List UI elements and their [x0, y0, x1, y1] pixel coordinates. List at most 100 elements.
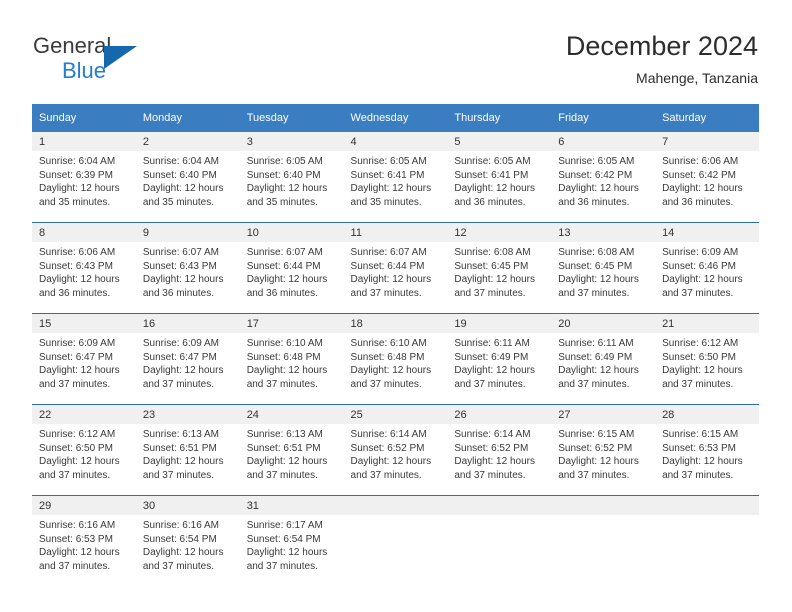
brand-name-general: General: [33, 33, 112, 58]
daylight-text: Daylight: 12 hours and 37 minutes.: [454, 456, 535, 481]
triangle-logo-icon: [104, 46, 137, 69]
day-cell[interactable]: 31 Sunrise: 6:17 AM Sunset: 6:54 PM Dayligh…: [239, 495, 344, 586]
day-details: Sunrise: 6:07 AM Sunset: 6:44 PM Daylight:…: [344, 242, 448, 300]
daylight-text: Daylight: 12 hours and 37 minutes.: [142, 456, 224, 481]
sunset-text: Sunset: 6:42 PM: [662, 169, 736, 181]
day-details: Sunrise: 6:14 AM Sunset: 6:52 PM Daylight:…: [344, 424, 448, 482]
day-cell[interactable]: 21 Sunrise: 6:12 AM Sunset: 6:50 PM Dayligh…: [655, 313, 759, 405]
sunrise-text: Sunrise: 6:10 AM: [350, 338, 427, 349]
sunrise-text: Sunrise: 6:12 AM: [662, 338, 739, 349]
day-cell[interactable]: 30 Sunrise: 6:16 AM Sunset: 6:54 PM Dayligh…: [135, 495, 240, 586]
day-number: 14: [655, 223, 759, 242]
day-details: Sunrise: 6:15 AM Sunset: 6:52 PM Daylight:…: [551, 424, 655, 482]
day-cell[interactable]: 5 Sunrise: 6:05 AM Sunset: 6:41 PM Daylight…: [447, 132, 552, 223]
sunset-text: Sunset: 6:53 PM: [662, 442, 736, 454]
sunrise-text: Sunrise: 6:11 AM: [558, 338, 634, 349]
day-cell[interactable]: 4 Sunrise: 6:05 AM Sunset: 6:41 PM Daylight…: [343, 132, 448, 223]
day-cell[interactable]: 7 Sunrise: 6:06 AM Sunset: 6:42 PM Daylight…: [655, 132, 759, 223]
sunrise-text: Sunrise: 6:16 AM: [39, 520, 116, 531]
sunset-text: Sunset: 6:43 PM: [39, 260, 113, 272]
sunset-text: Sunset: 6:42 PM: [558, 169, 633, 181]
day-details: Sunrise: 6:05 AM Sunset: 6:42 PM Daylight:…: [551, 151, 655, 209]
day-details: Sunrise: 6:04 AM Sunset: 6:40 PM Daylight:…: [136, 151, 240, 209]
day-cell[interactable]: 1 Sunrise: 6:04 AM Sunset: 6:39 PM Daylight…: [32, 132, 136, 223]
day-cell[interactable]: 10 Sunrise: 6:07 AM Sunset: 6:44 PM Dayligh…: [239, 222, 344, 314]
brand-logo[interactable]: General Blue: [33, 34, 233, 90]
day-details: Sunrise: 6:10 AM Sunset: 6:48 PM Daylight:…: [240, 333, 344, 391]
day-details: Sunrise: 6:16 AM Sunset: 6:53 PM Daylight:…: [32, 515, 136, 573]
day-number: 10: [239, 223, 344, 242]
day-cell[interactable]: 13 Sunrise: 6:08 AM Sunset: 6:45 PM Dayligh…: [551, 222, 656, 314]
sunset-text: Sunset: 6:48 PM: [350, 351, 425, 363]
day-details: Sunrise: 6:05 AM Sunset: 6:41 PM Daylight:…: [447, 151, 551, 209]
day-number: [655, 496, 759, 515]
day-number: 9: [135, 223, 240, 242]
day-number: 11: [343, 223, 448, 242]
day-number: 24: [239, 405, 344, 424]
day-number: 31: [239, 496, 344, 515]
daylight-text: Daylight: 12 hours and 36 minutes.: [662, 183, 743, 208]
day-cell[interactable]: 27 Sunrise: 6:15 AM Sunset: 6:52 PM Dayligh…: [551, 404, 656, 496]
day-cell-empty: [343, 495, 448, 586]
day-cell[interactable]: 8 Sunrise: 6:06 AM Sunset: 6:43 PM Daylight…: [32, 222, 136, 314]
day-cell[interactable]: 6 Sunrise: 6:05 AM Sunset: 6:42 PM Daylight…: [551, 132, 656, 223]
daylight-text: Daylight: 12 hours and 36 minutes.: [39, 274, 120, 299]
daylight-text: Daylight: 12 hours and 36 minutes.: [558, 183, 639, 208]
day-cell[interactable]: 23 Sunrise: 6:13 AM Sunset: 6:51 PM Dayligh…: [135, 404, 240, 496]
sunrise-text: Sunrise: 6:16 AM: [142, 520, 219, 531]
sunset-text: Sunset: 6:50 PM: [662, 351, 736, 363]
sunrise-text: Sunrise: 6:17 AM: [246, 520, 323, 531]
day-cell[interactable]: 17 Sunrise: 6:10 AM Sunset: 6:48 PM Dayligh…: [239, 313, 344, 405]
day-cell[interactable]: 3 Sunrise: 6:05 AM Sunset: 6:40 PM Daylight…: [239, 132, 344, 223]
sunset-text: Sunset: 6:41 PM: [350, 169, 425, 181]
week-row: 15 Sunrise: 6:09 AM Sunset: 6:47 PM Dayligh…: [32, 313, 759, 405]
sunset-text: Sunset: 6:49 PM: [558, 351, 633, 363]
sunrise-text: Sunrise: 6:14 AM: [350, 429, 427, 440]
sunrise-text: Sunrise: 6:13 AM: [142, 429, 219, 440]
sunset-text: Sunset: 6:52 PM: [558, 442, 633, 454]
daylight-text: Daylight: 12 hours and 37 minutes.: [246, 456, 328, 481]
sunrise-text: Sunrise: 6:08 AM: [558, 247, 635, 258]
day-number: 20: [551, 314, 656, 333]
daylight-text: Daylight: 12 hours and 37 minutes.: [142, 547, 224, 572]
day-cell[interactable]: 11 Sunrise: 6:07 AM Sunset: 6:44 PM Dayligh…: [343, 222, 448, 314]
sunrise-text: Sunrise: 6:10 AM: [246, 338, 323, 349]
daylight-text: Daylight: 12 hours and 37 minutes.: [558, 274, 639, 299]
day-details: Sunrise: 6:14 AM Sunset: 6:52 PM Daylight:…: [447, 424, 551, 482]
calendar-body: 1 Sunrise: 6:04 AM Sunset: 6:39 PM Daylight…: [32, 132, 759, 586]
day-cell[interactable]: 25 Sunrise: 6:14 AM Sunset: 6:52 PM Dayligh…: [343, 404, 448, 496]
page-header: General Blue December 2024 Mahenge, Tanz…: [0, 0, 792, 100]
day-number: 28: [655, 405, 759, 424]
day-details: Sunrise: 6:07 AM Sunset: 6:44 PM Daylight:…: [240, 242, 344, 300]
week-row: 8 Sunrise: 6:06 AM Sunset: 6:43 PM Daylight…: [32, 222, 759, 314]
weekday-header-thursday: Thursday: [447, 104, 552, 132]
day-number: 4: [343, 132, 448, 151]
day-cell[interactable]: 9 Sunrise: 6:07 AM Sunset: 6:43 PM Daylight…: [135, 222, 240, 314]
day-cell[interactable]: 26 Sunrise: 6:14 AM Sunset: 6:52 PM Dayligh…: [447, 404, 552, 496]
day-cell[interactable]: 22 Sunrise: 6:12 AM Sunset: 6:50 PM Dayligh…: [32, 404, 136, 496]
day-cell[interactable]: 28 Sunrise: 6:15 AM Sunset: 6:53 PM Dayligh…: [655, 404, 759, 496]
title-block: December 2024 Mahenge, Tanzania: [566, 30, 758, 88]
day-cell[interactable]: 24 Sunrise: 6:13 AM Sunset: 6:51 PM Dayligh…: [239, 404, 344, 496]
day-cell[interactable]: 18 Sunrise: 6:10 AM Sunset: 6:48 PM Dayligh…: [343, 313, 448, 405]
day-details: Sunrise: 6:16 AM Sunset: 6:54 PM Daylight:…: [136, 515, 240, 573]
day-number: [447, 496, 552, 515]
day-cell[interactable]: 15 Sunrise: 6:09 AM Sunset: 6:47 PM Dayligh…: [32, 313, 136, 405]
sunrise-text: Sunrise: 6:07 AM: [246, 247, 323, 258]
day-details: Sunrise: 6:15 AM Sunset: 6:53 PM Daylight:…: [655, 424, 759, 482]
day-cell[interactable]: 20 Sunrise: 6:11 AM Sunset: 6:49 PM Dayligh…: [551, 313, 656, 405]
sunrise-text: Sunrise: 6:06 AM: [39, 247, 116, 258]
day-cell[interactable]: 19 Sunrise: 6:11 AM Sunset: 6:49 PM Dayligh…: [447, 313, 552, 405]
day-cell[interactable]: 16 Sunrise: 6:09 AM Sunset: 6:47 PM Dayligh…: [135, 313, 240, 405]
day-number: [343, 496, 448, 515]
day-cell[interactable]: 2 Sunrise: 6:04 AM Sunset: 6:40 PM Daylight…: [135, 132, 240, 223]
day-details: Sunrise: 6:05 AM Sunset: 6:40 PM Daylight:…: [240, 151, 344, 209]
daylight-text: Daylight: 12 hours and 37 minutes.: [662, 456, 743, 481]
day-cell[interactable]: 29 Sunrise: 6:16 AM Sunset: 6:53 PM Dayligh…: [32, 495, 136, 586]
weekday-header-monday: Monday: [135, 104, 240, 132]
day-cell[interactable]: 14 Sunrise: 6:09 AM Sunset: 6:46 PM Dayligh…: [655, 222, 759, 314]
day-number: 12: [447, 223, 552, 242]
daylight-text: Daylight: 12 hours and 35 minutes.: [246, 183, 328, 208]
day-details: Sunrise: 6:09 AM Sunset: 6:47 PM Daylight:…: [32, 333, 136, 391]
day-cell[interactable]: 12 Sunrise: 6:08 AM Sunset: 6:45 PM Dayligh…: [447, 222, 552, 314]
